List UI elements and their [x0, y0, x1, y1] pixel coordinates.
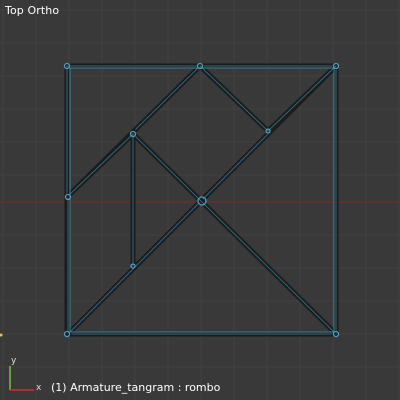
- 3d-viewport[interactable]: Top Ortho y x (1) Armature_tangram : rom…: [0, 0, 400, 400]
- active-object-status: (1) Armature_tangram : rombo: [51, 381, 221, 394]
- gizmo-x-label: x: [36, 383, 42, 393]
- gizmo-y-label: y: [11, 356, 17, 366]
- viewport-canvas[interactable]: [0, 0, 400, 400]
- view-name-label: Top Ortho: [5, 4, 60, 17]
- bone-parallelogram[interactable]: [64, 128, 136, 269]
